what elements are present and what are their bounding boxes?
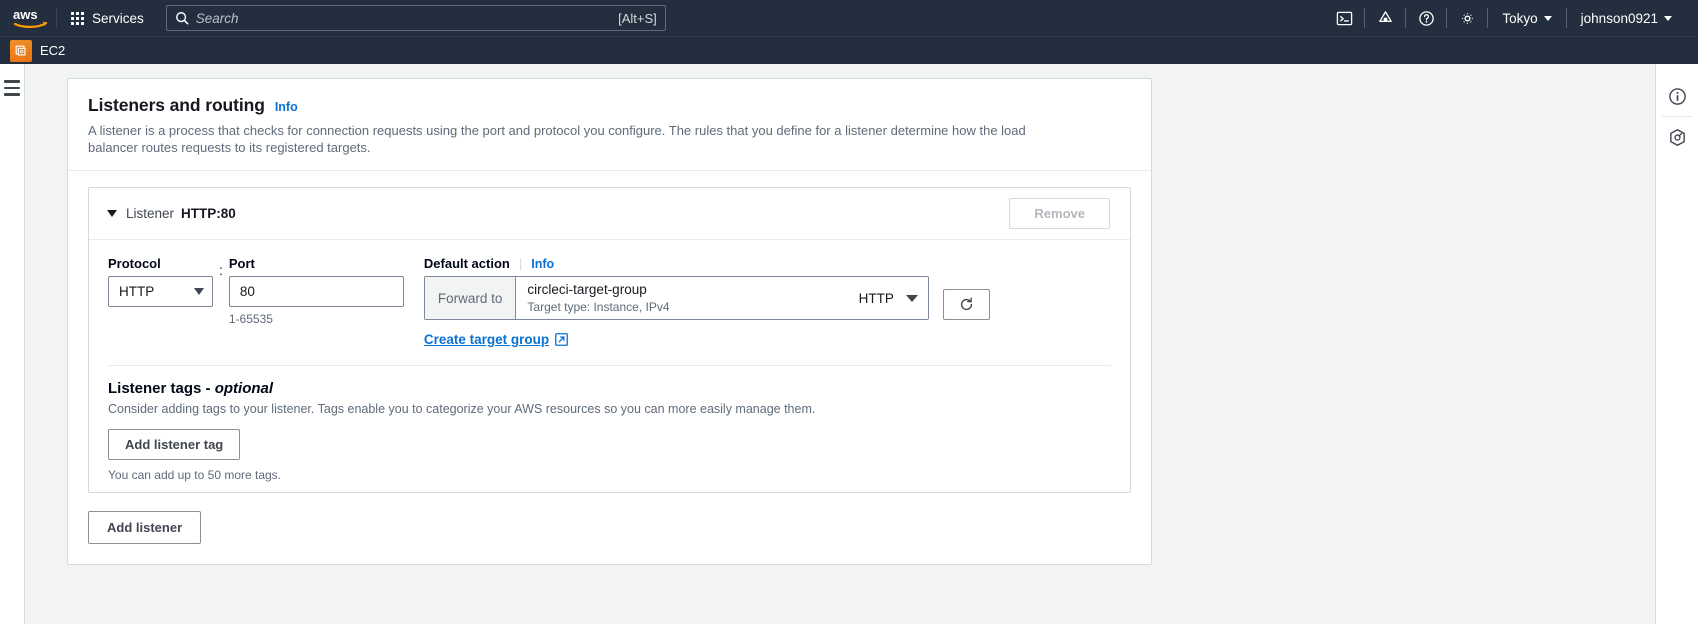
refresh-target-groups-button[interactable] (942, 289, 990, 320)
default-action-group: Default action | Info Forward to circlec… (423, 256, 990, 349)
add-listener-tag-button[interactable]: Add listener tag (108, 429, 241, 460)
label-separator: | (518, 256, 523, 271)
create-target-group-link[interactable]: Create target group (423, 332, 569, 347)
listener-tags-title: Listener tags - optional (108, 380, 1111, 397)
main-content-area: Listeners and routing Info A listener is… (25, 64, 1655, 624)
create-target-group-label: Create target group (423, 332, 550, 347)
target-group-text: circleci-target-group Target type: Insta… (527, 282, 669, 315)
listener-value-label: HTTP:80 (181, 206, 236, 221)
port-input[interactable] (228, 276, 404, 307)
grid-icon (71, 11, 84, 25)
top-navigation-bar: aws Services [Alt+S] (0, 0, 1698, 36)
aws-logo[interactable]: aws (0, 6, 54, 30)
card-header: Listeners and routing Info A listener is… (68, 79, 1151, 171)
chevron-down-icon (905, 294, 918, 302)
protocol-selected-value: HTTP (119, 284, 155, 299)
info-panel-button[interactable] (1656, 76, 1698, 116)
left-navigation-rail (0, 64, 25, 624)
listener-fields-row: Protocol HTTP : Port 80 1-65535 Default … (108, 256, 1111, 349)
default-action-info-link[interactable]: Info (531, 257, 554, 271)
forward-to-control: Forward to circleci-target-group Target … (423, 276, 929, 320)
protocol-port-separator: : (219, 262, 223, 278)
add-listener-wrap: Add listener (88, 511, 1131, 544)
right-utility-rail (1655, 64, 1698, 624)
chevron-down-icon (194, 288, 204, 295)
listener-tags-description: Consider adding tags to your listener. T… (108, 402, 816, 416)
help-icon[interactable] (1406, 0, 1446, 36)
port-range-hint: 1-65535 (228, 312, 273, 326)
listener-panel-body: Protocol HTTP : Port 80 1-65535 Default … (89, 240, 1130, 492)
section-info-link[interactable]: Info (275, 100, 298, 114)
global-search-box[interactable]: [Alt+S] (165, 5, 666, 31)
notifications-icon[interactable] (1365, 0, 1405, 36)
listener-panel: Listener HTTP:80 Remove Protocol HTTP: … (88, 187, 1131, 493)
target-group-name: circleci-target-group (527, 281, 647, 297)
contextual-help-button[interactable] (1656, 117, 1698, 157)
ec2-label: EC2 (40, 43, 66, 58)
search-icon (175, 11, 189, 25)
listener-prefix-label: Listener (126, 206, 175, 221)
settings-icon[interactable] (1447, 0, 1487, 36)
listener-tags-title-optional: optional (214, 380, 274, 397)
section-description: A listener is a process that checks for … (88, 123, 1026, 155)
listener-panel-header: Listener HTTP:80 Remove (89, 188, 1130, 240)
content-container: Listeners and routing Info A listener is… (67, 78, 1152, 624)
svg-text:aws: aws (13, 7, 38, 22)
chevron-down-icon (1543, 15, 1552, 21)
cloudshell-icon[interactable] (1324, 0, 1364, 36)
contextual-help-icon (1669, 128, 1685, 146)
card-title-row: Listeners and routing Info (88, 95, 1131, 116)
hamburger-menu-icon[interactable] (4, 80, 20, 624)
card-body: Listener HTTP:80 Remove Protocol HTTP: … (68, 171, 1151, 564)
listeners-and-routing-card: Listeners and routing Info A listener is… (67, 78, 1152, 565)
info-icon (1668, 87, 1686, 105)
remove-listener-button[interactable]: Remove (1009, 198, 1110, 229)
region-label: Tokyo (1502, 10, 1538, 26)
forward-to-prefix: Forward to (424, 277, 517, 319)
search-input[interactable] (195, 10, 613, 26)
target-group-protocol: HTTP (858, 290, 894, 306)
page-title: Listeners and routing (88, 95, 265, 115)
listener-tags-title-main: Listener tags - (108, 380, 215, 397)
listener-tags-section: Listener tags - optional Consider adding… (108, 366, 1111, 482)
account-menu[interactable]: johnson0921 (1567, 0, 1686, 36)
collapse-toggle-icon[interactable] (107, 210, 117, 217)
target-group-select[interactable]: circleci-target-group Target type: Insta… (516, 277, 927, 319)
nav-right-group: Tokyo johnson0921 (1324, 0, 1698, 36)
target-group-type: Target type: Instance, IPv4 (527, 299, 670, 314)
listener-tags-hint: You can add up to 50 more tags. (108, 468, 282, 482)
port-field-group: Port 1-65535 (228, 256, 404, 326)
refresh-icon (960, 297, 973, 311)
page-body: Listeners and routing Info A listener is… (0, 64, 1698, 624)
protocol-select[interactable]: HTTP (108, 276, 213, 307)
default-action-label: Default action (423, 256, 510, 271)
nav-divider (56, 8, 57, 28)
port-label: Port (228, 256, 255, 271)
service-home-link-ec2[interactable]: EC2 (10, 39, 66, 62)
default-action-label-row: Default action | Info (424, 256, 990, 271)
ec2-service-icon (10, 39, 32, 62)
services-menu-button[interactable]: Services (59, 0, 156, 36)
region-selector[interactable]: Tokyo (1488, 0, 1565, 36)
forward-row: Forward to circleci-target-group Target … (423, 276, 990, 320)
service-breadcrumb-bar: EC2 (0, 36, 1698, 64)
services-label: Services (92, 10, 144, 26)
search-shortcut-hint: [Alt+S] (618, 10, 657, 26)
account-label: johnson0921 (1580, 10, 1658, 26)
chevron-down-icon (1664, 15, 1672, 21)
protocol-label: Protocol (108, 256, 161, 271)
add-listener-button[interactable]: Add listener (88, 511, 202, 544)
protocol-field-group: Protocol HTTP (108, 256, 213, 307)
external-link-icon (555, 333, 569, 346)
